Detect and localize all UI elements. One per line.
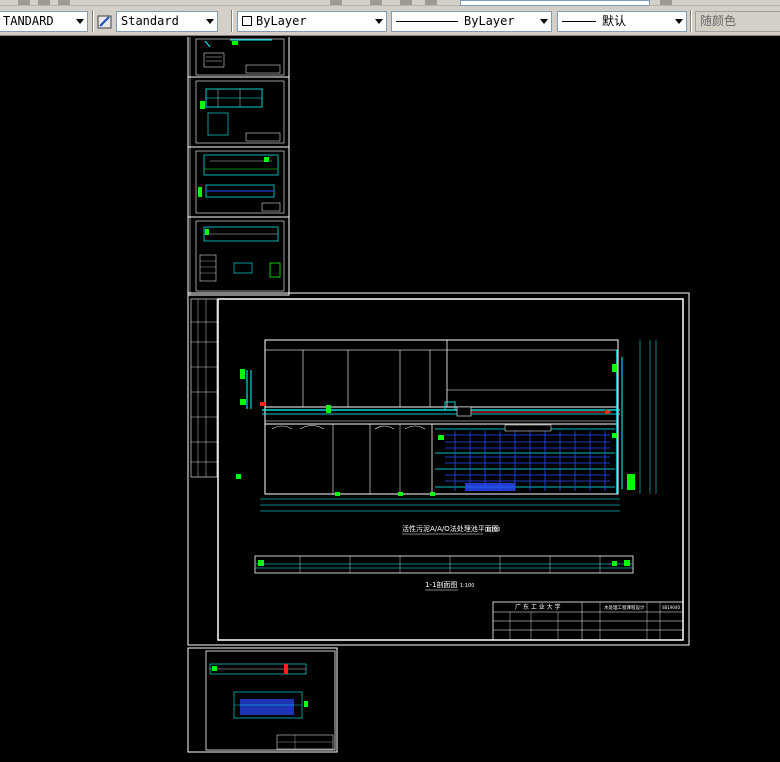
- linetype-combo[interactable]: ByLayer: [391, 11, 552, 32]
- thumbnail-sheet-3[interactable]: [195, 150, 285, 214]
- main-plan-scale: 1:100: [486, 527, 500, 533]
- toolbar-separator: [92, 10, 94, 32]
- text-style-value: TANDARD: [3, 14, 54, 28]
- text-style-combo[interactable]: TANDARD: [0, 11, 88, 32]
- toolbar-stub-icon[interactable]: [58, 0, 70, 5]
- main-plan-title: 活性污泥A/A/O法处理池平面图: [402, 524, 499, 533]
- sheet-thumbnails[interactable]: [187, 37, 290, 296]
- linetype-preview: [396, 21, 458, 22]
- bottom-sheet[interactable]: [187, 647, 338, 753]
- chevron-down-icon[interactable]: [375, 19, 383, 24]
- chevron-down-icon[interactable]: [540, 19, 548, 24]
- title-block-sheet-no: SB19040: [662, 605, 680, 610]
- toolbar-stub-icon[interactable]: [400, 0, 412, 5]
- layer-color-combo[interactable]: ByLayer: [237, 11, 387, 32]
- chevron-down-icon[interactable]: [675, 19, 683, 24]
- toolbar-stub-icon[interactable]: [38, 0, 50, 5]
- dim-style-value: Standard: [121, 14, 179, 28]
- chevron-down-icon[interactable]: [206, 19, 214, 24]
- lineweight-value: 默认: [602, 14, 627, 28]
- revision-block: [190, 298, 218, 478]
- toolbar-separator: [231, 10, 233, 32]
- section-title: 1-1剖面图: [425, 580, 457, 589]
- section-1-1[interactable]: [254, 555, 634, 574]
- linetype-value: ByLayer: [464, 14, 515, 28]
- section-scale: 1:100: [460, 583, 474, 589]
- chevron-down-icon[interactable]: [76, 19, 84, 24]
- cad-drawing[interactable]: 活性污泥A/A/O法处理池平面图 1:100 1-1剖面图 1:100 广 东 …: [0, 37, 780, 762]
- title-block[interactable]: 广 东 工 业 大 学 水处理工程课程设计 SB19040: [492, 601, 684, 641]
- plot-style-combo[interactable]: 随颜色: [695, 11, 780, 32]
- toolbar-stub-icon[interactable]: [660, 0, 672, 5]
- toolbar-stub-icon[interactable]: [18, 0, 30, 5]
- main-sheet[interactable]: 活性污泥A/A/O法处理池平面图 1:100 1-1剖面图 1:100 广 东 …: [187, 292, 690, 646]
- dimension-style-icon[interactable]: [97, 14, 113, 30]
- drawing-canvas[interactable]: 活性污泥A/A/O法处理池平面图 1:100 1-1剖面图 1:100 广 东 …: [0, 37, 780, 762]
- color-swatch-icon: [242, 16, 252, 26]
- toolbar-stub-icon[interactable]: [370, 0, 382, 5]
- title-block-project: 水处理工程课程设计: [604, 604, 645, 611]
- properties-toolbar: TANDARD Standard ByLayer ByLayer 默认 随颜色: [0, 6, 780, 36]
- toolbar-stub-icon[interactable]: [330, 0, 342, 5]
- toolbar-separator: [690, 10, 692, 32]
- dim-style-combo[interactable]: Standard: [116, 11, 218, 32]
- thumbnail-sheet-2[interactable]: [195, 80, 285, 144]
- lineweight-combo[interactable]: 默认: [557, 11, 687, 32]
- title-block-school: 广 东 工 业 大 学: [515, 603, 561, 611]
- lineweight-preview: [562, 21, 596, 22]
- treatment-tank-plan[interactable]: [236, 339, 657, 512]
- layer-color-value: ByLayer: [256, 14, 307, 28]
- thumbnail-sheet-4[interactable]: [195, 220, 285, 292]
- thumbnail-sheet-1[interactable]: [195, 38, 285, 76]
- plot-style-value: 随颜色: [700, 14, 737, 28]
- toolbar-stub-icon[interactable]: [425, 0, 437, 5]
